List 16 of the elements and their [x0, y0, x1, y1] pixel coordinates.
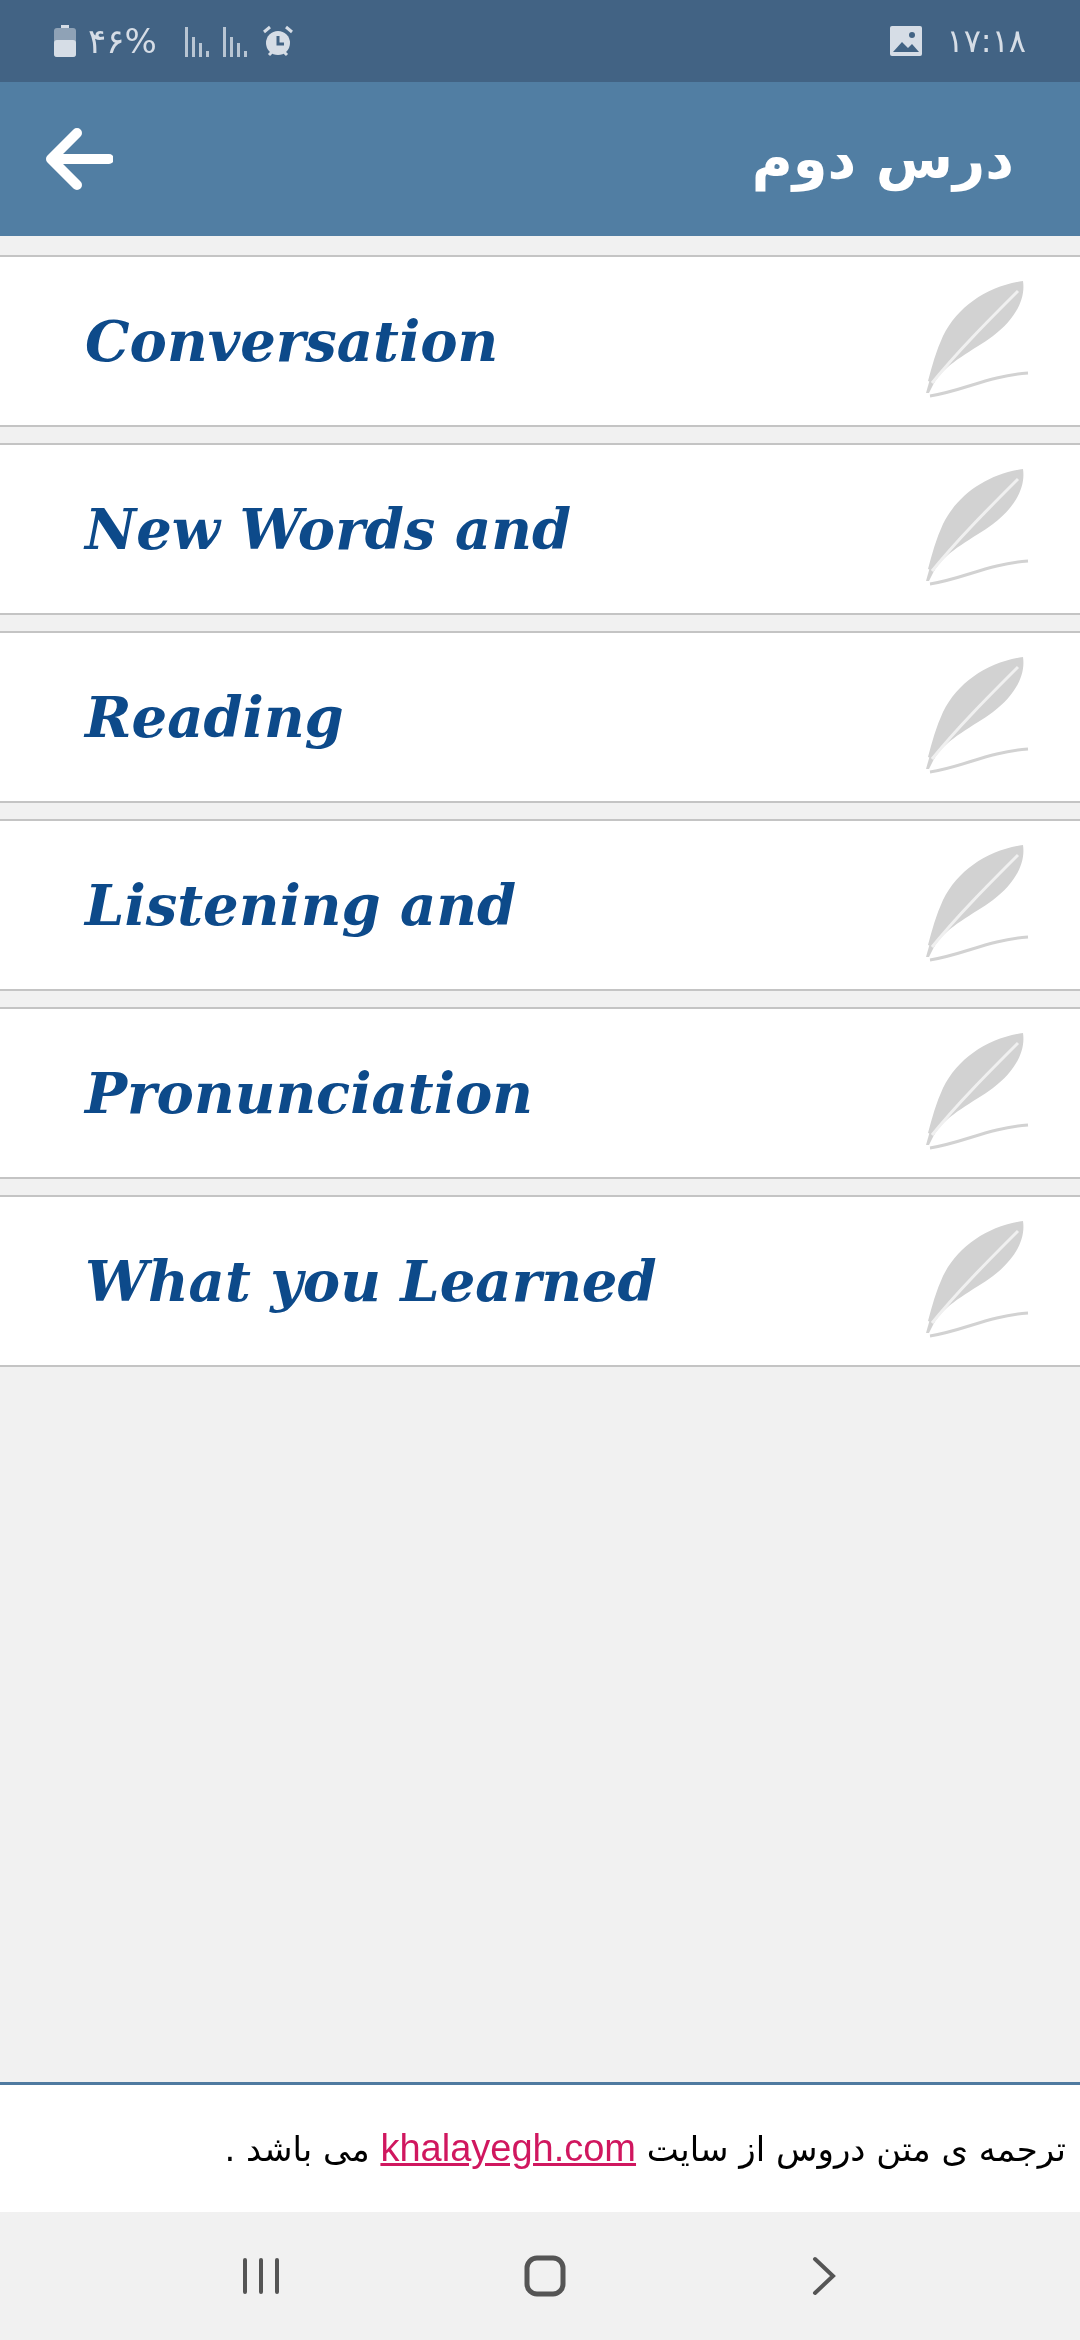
- home-icon[interactable]: [524, 2255, 566, 2297]
- alarm-icon: [260, 24, 295, 58]
- lesson-item[interactable]: New Words and: [0, 443, 1080, 615]
- clock-time: ۱۷:۱۸: [946, 21, 1026, 62]
- lesson-item[interactable]: Pronunciation: [0, 1007, 1080, 1179]
- lesson-item[interactable]: Conversation: [0, 255, 1080, 427]
- lesson-item[interactable]: Listening and: [0, 819, 1080, 991]
- recent-apps-icon[interactable]: [241, 2256, 282, 2296]
- signal-icon: [184, 25, 249, 57]
- image-icon: [890, 26, 923, 56]
- lesson-item[interactable]: What you Learned: [0, 1195, 1080, 1367]
- website-link[interactable]: khalayegh.com: [380, 2127, 636, 2169]
- lesson-item[interactable]: Reading: [0, 631, 1080, 803]
- battery-icon: [54, 25, 76, 57]
- battery-percent: ۴۶%: [88, 19, 157, 63]
- screen-title: درس دوم: [751, 125, 1014, 194]
